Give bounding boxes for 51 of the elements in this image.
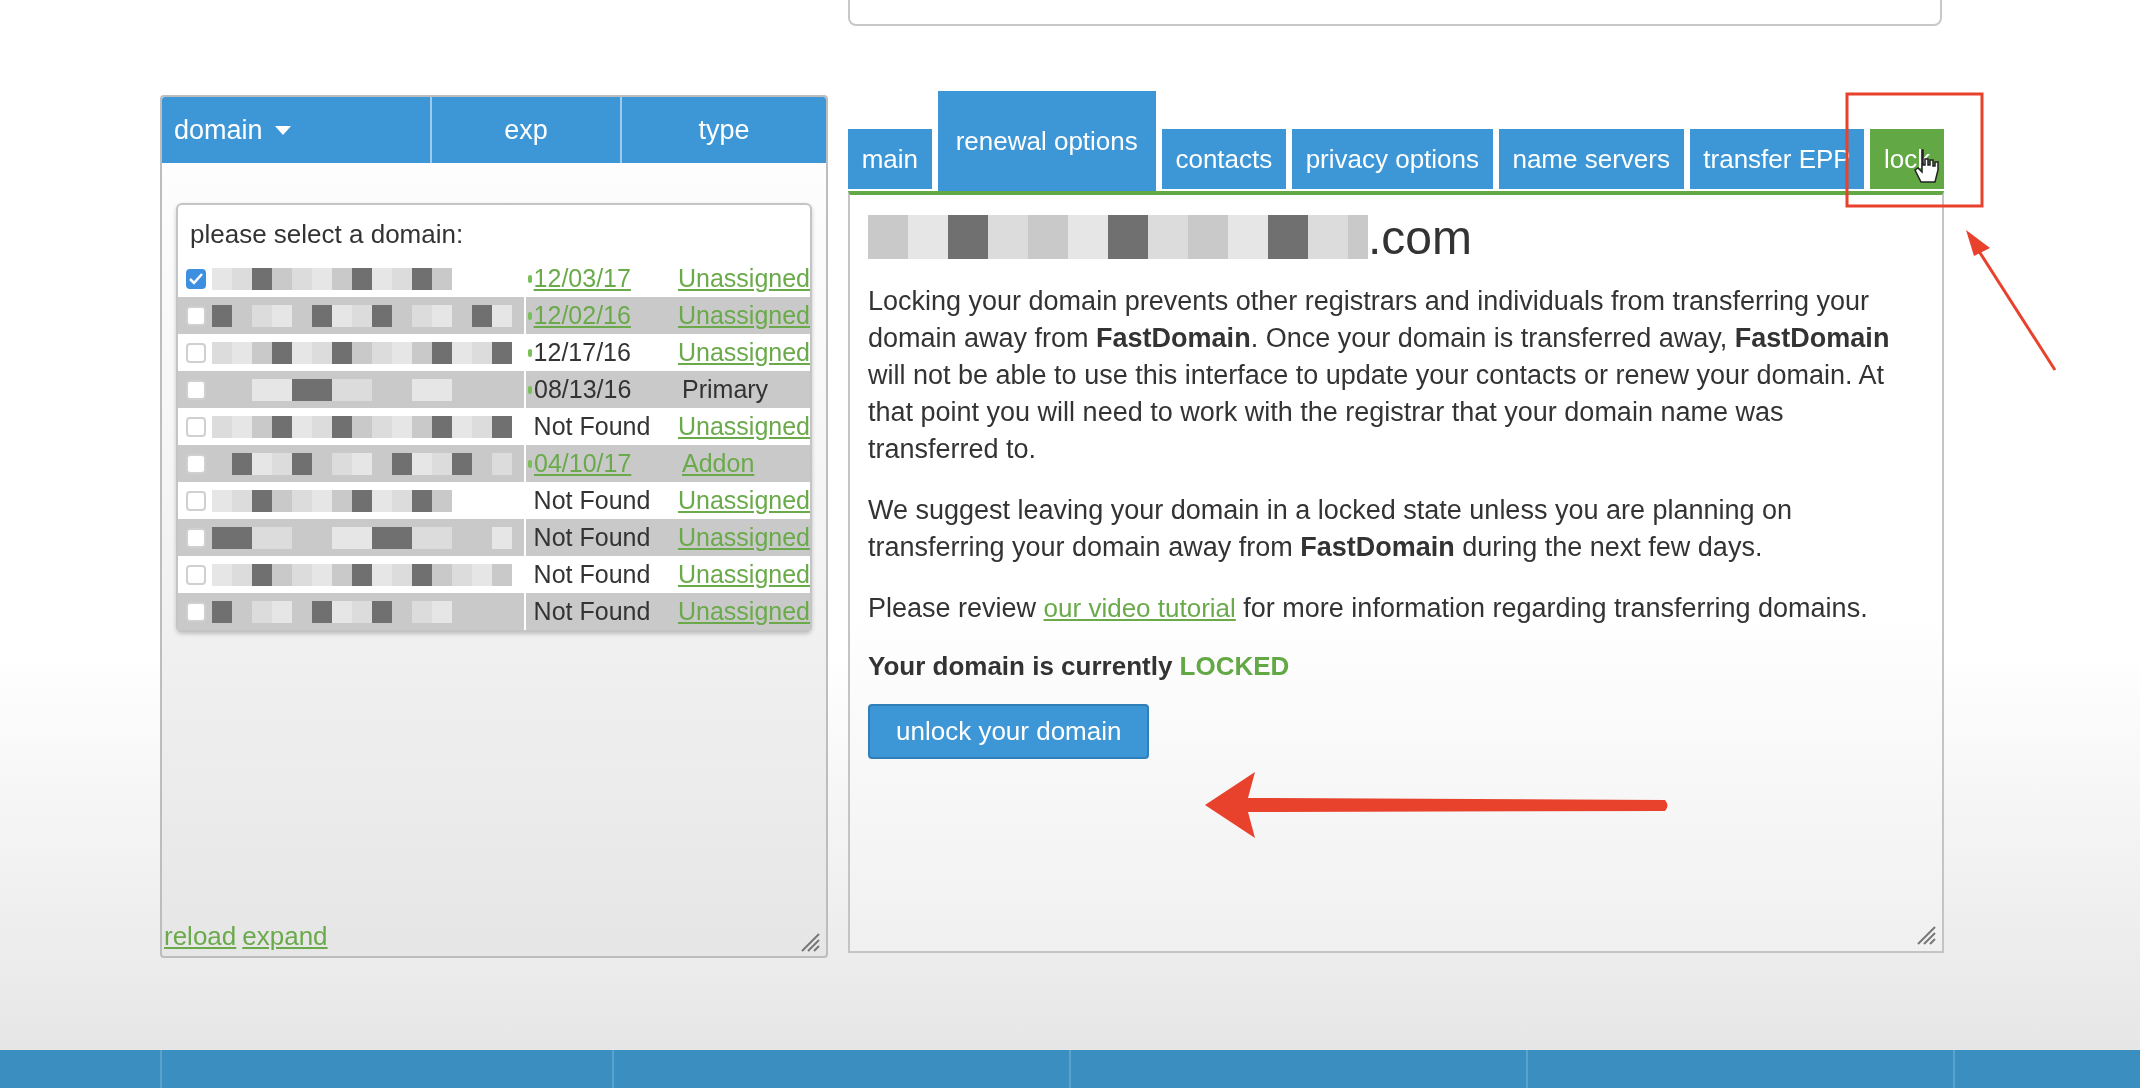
expiry-link[interactable]: 04/10/17: [534, 449, 632, 478]
info-paragraph: Please review our video tutorial for more information regarding transferring domains.: [868, 592, 1869, 625]
column-header[interactable]: exp: [504, 114, 548, 146]
expiry-date: 08/13/16: [534, 375, 632, 404]
domain-title: .com: [1368, 209, 1472, 265]
unlock-button[interactable]: unlock your domain: [868, 704, 1150, 759]
type-link[interactable]: Unassigned: [669, 597, 810, 626]
resize-grip-icon[interactable]: [800, 932, 820, 952]
info-paragraph: Locking your domain prevents other registrars and individuals from transferring your domain away from FastDomain. Once your domain is transferred away, FastDomain will not be able to use this interface to update your contacts or renew your domain. At that point you will need to work with the registrar that your domain name was transferred to.: [868, 285, 1891, 466]
type-link[interactable]: Unassigned: [669, 264, 810, 293]
type-link[interactable]: Unassigned: [669, 301, 810, 330]
expiry-date: Not Found: [533, 597, 651, 626]
list-prompt: please select a domain:: [189, 219, 465, 251]
expiry-date: Not Found: [533, 560, 651, 589]
type-link[interactable]: Addon: [674, 449, 755, 478]
expiry-link[interactable]: 12/02/16: [533, 301, 631, 330]
expiry-date: Not Found: [533, 523, 651, 552]
footer-link[interactable]: reload: [164, 921, 237, 952]
checkbox[interactable]: [186, 342, 206, 363]
type-link[interactable]: Unassigned: [669, 486, 810, 515]
type-link[interactable]: Unassigned: [669, 523, 810, 552]
checkbox[interactable]: [186, 527, 206, 548]
checkbox[interactable]: [186, 490, 206, 511]
footer-link[interactable]: expand: [242, 921, 328, 952]
domain-type: Primary: [681, 375, 769, 404]
checkbox[interactable]: [186, 268, 206, 289]
column-header[interactable]: domain: [174, 114, 263, 146]
tab[interactable]: name servers: [1498, 129, 1684, 189]
column-header[interactable]: type: [698, 114, 750, 146]
expiry-date: Not Found: [533, 412, 651, 441]
type-link[interactable]: Unassigned: [669, 338, 810, 367]
tab[interactable]: renewal options: [937, 91, 1156, 191]
expiry-date: 12/17/16: [533, 338, 631, 367]
info-paragraph: We suggest leaving your domain in a locked state unless you are planning on transferring your domain away from FastDomain during the next few days.: [868, 494, 1794, 564]
expiry-date: Not Found: [533, 486, 651, 515]
lock-status: Your domain is currently LOCKED: [868, 651, 1291, 682]
resize-grip-icon[interactable]: [1916, 925, 1936, 945]
expiry-link[interactable]: 12/03/17: [533, 264, 631, 293]
checkbox[interactable]: [186, 453, 206, 474]
tab[interactable]: main: [848, 129, 932, 189]
type-link[interactable]: Unassigned: [669, 412, 810, 441]
checkbox[interactable]: [186, 416, 206, 437]
caret-icon[interactable]: [274, 125, 291, 135]
tab[interactable]: privacy options: [1291, 129, 1493, 189]
tutorial-link[interactable]: our video tutorial: [1043, 593, 1236, 623]
tab[interactable]: contacts: [1161, 129, 1286, 189]
checkbox[interactable]: [186, 564, 206, 585]
checkbox[interactable]: [186, 379, 206, 400]
type-link[interactable]: Unassigned: [669, 560, 810, 589]
checkbox[interactable]: [186, 305, 206, 326]
checkbox[interactable]: [186, 601, 206, 622]
